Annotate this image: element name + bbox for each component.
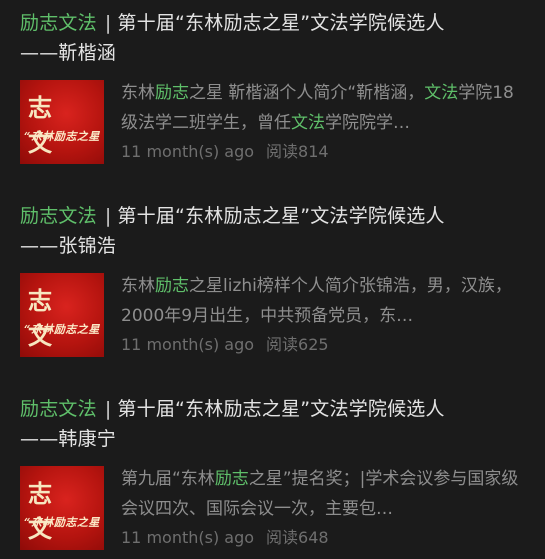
article-excerpt: 东林励志之星lizhi榜样个人简介张锦浩，男，汉族，2000年9月出生，中共预备… — [121, 271, 525, 331]
account-name[interactable]: 励志文法 — [20, 398, 97, 420]
article-title[interactable]: 励志文法 | 第十届“东林励志之星”文法学院候选人 ——韩康宁 — [20, 394, 528, 454]
account-name[interactable]: 励志文法 — [20, 205, 97, 227]
article-title-name: ——张锦浩 — [20, 235, 117, 257]
article-title[interactable]: 励志文法 | 第十届“东林励志之星”文法学院候选人 ——靳楷涵 — [20, 8, 528, 68]
thumbnail-caption: “东林励志之星 — [24, 516, 100, 529]
article-meta: 11 month(s) ago 阅读814 — [121, 140, 329, 164]
excerpt-text: 东林 — [121, 83, 155, 103]
title-separator: | — [104, 398, 112, 420]
thumbnail-caption: “东林励志之星 — [24, 323, 100, 336]
excerpt-keyword: 文法 — [424, 83, 459, 103]
article-feed: 励志文法 | 第十届“东林励志之星”文法学院候选人 ——靳楷涵 志 文 “东林励志之… — [0, 0, 545, 559]
excerpt-keyword: 励志 — [155, 276, 189, 296]
article-thumbnail[interactable]: 志 文 “东林励志之星 — [20, 80, 104, 164]
post-age: 11 month(s) ago — [121, 142, 255, 161]
excerpt-text: 东林 — [121, 276, 155, 296]
article-card[interactable]: 励志文法 | 第十届“东林励志之星”文法学院候选人 ——靳楷涵 志 文 “东林励志之… — [0, 0, 545, 193]
thumbnail-calligraphy: 志 文 — [28, 93, 60, 157]
thumbnail-calligraphy: 志 文 — [28, 286, 60, 350]
account-name[interactable]: 励志文法 — [20, 12, 97, 34]
title-separator: | — [104, 205, 112, 227]
article-excerpt: 东林励志之星 靳楷涵个人简介“靳楷涵，文法学院18级法学二班学生，曾任文法学院院… — [121, 78, 525, 138]
article-excerpt: 第九届“东林励志之星”提名奖；|学术会议参与国家级会议四次、国际会议一次，主要包… — [121, 464, 525, 524]
article-thumbnail[interactable]: 志 文 “东林励志之星 — [20, 273, 104, 357]
excerpt-text: 学院院学… — [325, 113, 410, 133]
article-title-text: 第十届“东林励志之星”文法学院候选人 — [117, 398, 445, 420]
article-card[interactable]: 励志文法 | 第十届“东林励志之星”文法学院候选人 ——张锦浩 志 文 “东林励志之… — [0, 193, 545, 386]
excerpt-keyword: 励志 — [155, 83, 189, 103]
article-title[interactable]: 励志文法 | 第十届“东林励志之星”文法学院候选人 ——张锦浩 — [20, 201, 528, 261]
article-meta: 11 month(s) ago 阅读648 — [121, 526, 329, 550]
excerpt-text: 之星 靳楷涵个人简介“靳楷涵， — [189, 83, 425, 103]
thumbnail-caption: “东林励志之星 — [24, 130, 100, 143]
article-thumbnail[interactable]: 志 文 “东林励志之星 — [20, 466, 104, 550]
title-separator: | — [104, 12, 112, 34]
excerpt-keyword: 文法 — [291, 113, 325, 133]
article-meta: 11 month(s) ago 阅读625 — [121, 333, 329, 357]
article-title-text: 第十届“东林励志之星”文法学院候选人 — [117, 12, 445, 34]
article-card[interactable]: 励志文法 | 第十届“东林励志之星”文法学院候选人 ——韩康宁 志 文 “东林励志之… — [0, 386, 545, 559]
article-title-name: ——靳楷涵 — [20, 42, 117, 64]
article-title-text: 第十届“东林励志之星”文法学院候选人 — [117, 205, 445, 227]
read-count: 阅读648 — [266, 528, 329, 547]
excerpt-keyword: 励志 — [214, 469, 249, 489]
thumbnail-calligraphy: 志 文 — [28, 479, 60, 543]
post-age: 11 month(s) ago — [121, 335, 255, 354]
article-title-name: ——韩康宁 — [20, 428, 117, 450]
excerpt-text: 第九届“东林 — [121, 469, 215, 489]
post-age: 11 month(s) ago — [121, 528, 255, 547]
read-count: 阅读814 — [266, 142, 329, 161]
read-count: 阅读625 — [266, 335, 329, 354]
